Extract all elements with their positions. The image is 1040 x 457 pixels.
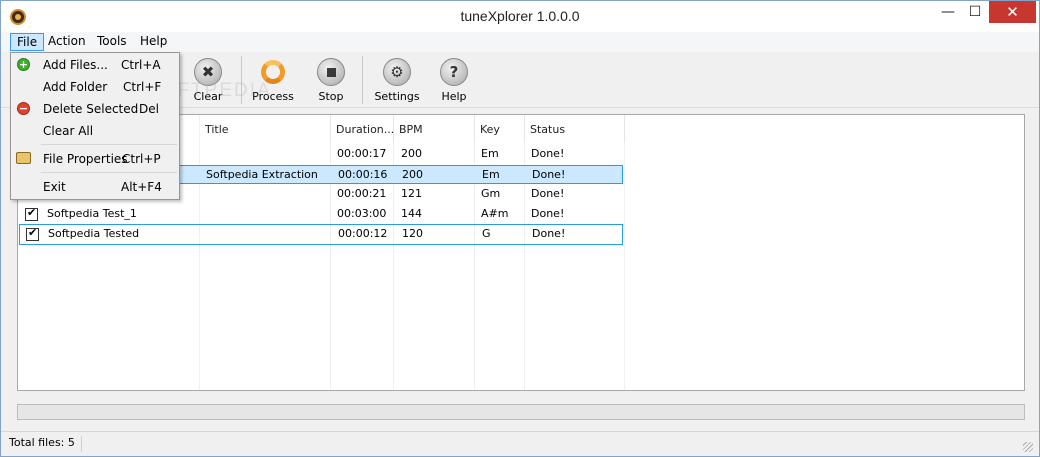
gear-icon: ⚙	[383, 58, 411, 86]
menu-separator	[41, 144, 177, 145]
cell-bpm: 144	[401, 207, 422, 220]
window-title: tuneXplorer 1.0.0.0	[460, 8, 580, 24]
menu-item-label: File Properties	[43, 152, 128, 166]
add-icon: +	[17, 58, 30, 71]
cell-bpm: 200	[401, 147, 422, 160]
menu-action[interactable]: Action	[42, 33, 92, 51]
cell-title: Softpedia Extraction	[206, 168, 318, 181]
cell-file: Softpedia Tested	[48, 227, 140, 240]
cell-duration: 00:03:00	[337, 207, 387, 220]
minimize-button[interactable]: —	[935, 1, 961, 23]
menu-item-label: Add Files...	[43, 58, 108, 72]
menu-item-label: Clear All	[43, 124, 94, 138]
cell-status: Done!	[531, 207, 565, 220]
menu-item-shortcut: Ctrl+P	[122, 152, 161, 166]
cell-duration: 00:00:16	[338, 168, 388, 181]
cell-bpm: 121	[401, 187, 422, 200]
menu-item-exit[interactable]: Exit Alt+F4	[11, 177, 179, 197]
column-header-bpm[interactable]: BPM	[394, 115, 475, 142]
cell-bpm: 120	[402, 227, 423, 240]
menu-tools[interactable]: Tools	[91, 33, 133, 51]
menu-item-shortcut: Ctrl+F	[123, 80, 162, 94]
row-checkbox[interactable]	[26, 226, 39, 241]
cell-key: Gm	[481, 187, 501, 200]
title-bar[interactable]: tuneXplorer 1.0.0.0 — ☐ ✕	[1, 1, 1039, 32]
help-label: Help	[441, 90, 467, 103]
toolbar-separator	[362, 56, 363, 104]
table-row[interactable]: Softpedia Test_1 00:03:00 144 A#m Done!	[19, 205, 623, 224]
menu-item-label: Exit	[43, 180, 66, 194]
delete-icon: −	[17, 102, 30, 115]
status-bar: Total files: 5	[1, 431, 1039, 456]
progress-bar	[17, 404, 1025, 420]
cell-bpm: 200	[402, 168, 423, 181]
cell-status: Done!	[531, 187, 565, 200]
menu-help[interactable]: Help	[134, 33, 173, 51]
menu-item-label: Add Folder	[43, 80, 108, 94]
stop-button[interactable]: Stop	[301, 56, 361, 104]
cell-key: G	[482, 227, 491, 240]
row-checkbox[interactable]	[25, 206, 38, 221]
status-total-files: Total files: 5	[9, 436, 82, 452]
menu-bar: File Action Tools Help	[1, 32, 1039, 52]
column-header-key[interactable]: Key	[475, 115, 525, 142]
cell-duration: 00:00:12	[338, 227, 388, 240]
menu-item-clear-all[interactable]: Clear All	[11, 121, 179, 141]
menu-item-shortcut: Alt+F4	[121, 180, 162, 194]
menu-item-add-files[interactable]: + Add Files... Ctrl+A	[11, 55, 179, 75]
cell-status: Done!	[532, 168, 566, 181]
cell-duration: 00:00:17	[337, 147, 387, 160]
cell-file: Softpedia Test_1	[47, 207, 137, 220]
cell-key: Em	[482, 168, 500, 181]
column-header-status[interactable]: Status	[525, 115, 625, 142]
column-header-title[interactable]: Title	[200, 115, 331, 142]
stop-icon	[317, 58, 345, 86]
cell-status: Done!	[531, 147, 565, 160]
settings-button[interactable]: ⚙ Settings	[367, 56, 427, 104]
cell-key: A#m	[481, 207, 509, 220]
column-divider	[624, 115, 625, 390]
menu-file[interactable]: File	[10, 33, 45, 51]
menu-item-label: Delete Selected	[43, 102, 139, 116]
cell-duration: 00:00:21	[337, 187, 387, 200]
menu-item-shortcut: Ctrl+A	[121, 58, 161, 72]
column-header-duration[interactable]: Duration...	[331, 115, 394, 142]
menu-item-file-properties[interactable]: File Properties Ctrl+P	[11, 149, 179, 169]
stop-label: Stop	[318, 90, 344, 103]
file-dropdown-menu: + Add Files... Ctrl+A Add Folder Ctrl+F …	[10, 52, 180, 200]
maximize-button[interactable]: ☐	[962, 1, 988, 23]
cell-status: Done!	[532, 227, 566, 240]
menu-item-add-folder[interactable]: Add Folder Ctrl+F	[11, 77, 179, 97]
help-button[interactable]: ? Help	[424, 56, 484, 104]
table-row[interactable]: Softpedia Tested 00:00:12 120 G Done!	[19, 224, 623, 245]
cell-key: Em	[481, 147, 499, 160]
settings-label: Settings	[374, 90, 420, 103]
properties-icon	[16, 152, 31, 164]
resize-grip-icon[interactable]	[1023, 442, 1033, 452]
menu-item-shortcut: Del	[139, 102, 159, 116]
close-button[interactable]: ✕	[989, 1, 1036, 23]
menu-separator	[41, 172, 177, 173]
question-mark-icon: ?	[440, 58, 468, 86]
menu-item-delete-selected[interactable]: − Delete Selected Del	[11, 99, 179, 119]
app-window: tuneXplorer 1.0.0.0 — ☐ ✕ File Action To…	[0, 0, 1040, 457]
